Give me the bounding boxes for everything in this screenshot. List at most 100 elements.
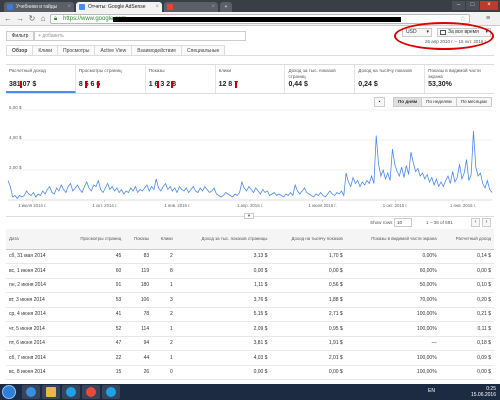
column-header[interactable]: Доход на тысячу показов [270, 229, 346, 250]
table-cell: 1,11 $ [175, 278, 271, 293]
table-cell: 0,11 $ [439, 321, 494, 337]
column-header[interactable]: Расчетный доход [439, 229, 494, 250]
show-rows-value: 10 [397, 220, 403, 225]
reload-icon[interactable]: ↻ [27, 14, 37, 24]
table-cell: пн, 2 июня 2014 [6, 278, 63, 293]
metric-label: Клики [218, 68, 232, 73]
table-cell: 0,00 $ [439, 263, 494, 279]
series-line [7, 130, 493, 200]
close-icon[interactable]: × [211, 2, 215, 12]
start-button[interactable] [2, 385, 16, 399]
close-icon[interactable]: × [155, 2, 159, 12]
table-cell: 3,76 $ [175, 292, 271, 308]
next-page-icon[interactable]: › [482, 218, 491, 227]
metric-clicks[interactable]: Клики 12 8 7 [216, 65, 286, 93]
red-pen-mark [156, 81, 159, 88]
table-cell: 0,10 $ [439, 278, 494, 293]
column-header[interactable]: Показы в видимой части экрана [345, 229, 440, 250]
metric-cards: Расчетный доход 381,07 $ Просмотры стран… [6, 64, 494, 94]
show-rows-select[interactable]: 10 [394, 218, 412, 227]
filter-button[interactable]: Фильтр [6, 31, 34, 41]
minimize-icon[interactable]: – [452, 1, 465, 10]
table-cell: 44 [124, 350, 153, 366]
table-row: чт, 5 июня 2014 52 114 1 2,09 $0,95 $100,00%… [6, 321, 494, 337]
x-tick-label: 1 июля 2015 г. [309, 203, 337, 208]
clock[interactable]: 0:25 15.06.2016 [471, 386, 496, 398]
metric-impressions[interactable]: Показы 1 6 3 2 8 [146, 65, 216, 93]
bookmark-star-icon[interactable]: ☆ [460, 15, 466, 23]
table-cell: 26 [124, 365, 153, 380]
prev-page-icon[interactable]: ‹ [471, 218, 480, 227]
table-row: ср, 4 июня 2014 41 78 2 5,15 $2,71 $100,00% 0… [6, 307, 494, 322]
table-cell: 119 [124, 263, 153, 279]
table-cell: 83 [124, 249, 153, 264]
red-pen-mark [96, 81, 99, 88]
metric-page-views[interactable]: Просмотры страниц 8 6 6 6 [76, 65, 146, 93]
metric-value: 381,07 $ [9, 81, 37, 88]
earnings-chart: 6,00 $ 4,00 $ 2,00 $ 1 июля 2014 г. 1 окт. 2… [7, 106, 493, 208]
table-cell: вс, 1 июня 2014 [6, 263, 63, 279]
maximize-icon[interactable]: □ [466, 1, 479, 10]
close-icon[interactable]: × [67, 2, 71, 12]
browser-tab-label: Отчеты: Google AdSense [88, 4, 146, 10]
metric-viewability[interactable]: Показы в видимой части экрана 53,30% [425, 65, 494, 93]
table-cell: 53 [62, 292, 125, 308]
table-row: пт, 6 июня 2014 47 94 2 3,81 $1,91 $ —0,18 $ [6, 336, 494, 351]
new-tab-button[interactable]: + [220, 2, 232, 12]
home-icon[interactable]: ⌂ [38, 14, 48, 24]
page-info: 1 – 36 of 591 [426, 220, 453, 225]
column-header[interactable]: Просмотры страниц [62, 229, 125, 250]
table-cell: 100,00% [345, 307, 440, 322]
x-tick-label: 1 окт. 2014 г. [92, 203, 117, 208]
column-header[interactable]: Показы [124, 229, 153, 250]
column-header[interactable]: Клики [152, 229, 176, 250]
metric-value: 12 8 7 [218, 81, 239, 88]
table-cell: 52 [62, 321, 125, 337]
ie-taskbar-icon[interactable] [22, 385, 40, 399]
metric-page-rpm[interactable]: Доход за тыс. показов страниц 0,44 $ [285, 65, 356, 93]
x-tick-label: 1 апр. 2015 г. [237, 203, 263, 208]
table-cell: 0,00 $ [270, 365, 346, 380]
forward-icon[interactable]: → [15, 14, 25, 24]
table-cell: 47 [62, 336, 125, 351]
lock-icon: 🔒︎ [54, 16, 58, 22]
browser-tab-other[interactable]: × [164, 2, 218, 12]
table-cell: 1 [152, 278, 176, 293]
table-cell: сб, 7 июня 2014 [6, 350, 63, 366]
red-pen-mark [234, 81, 237, 88]
table-cell: 3,13 $ [175, 249, 271, 264]
table-controls: ▼ Show rows 10 1 – 36 of 591 ‹ › [6, 213, 494, 228]
table-cell: 1,70 $ [270, 249, 346, 264]
table-cell: 2,09 $ [175, 321, 271, 337]
table-cell: ср, 4 июня 2014 [6, 307, 63, 322]
metric-impression-rpm[interactable]: Доход на тысячу показов 0,24 $ [355, 65, 426, 93]
metric-label: Просмотры страниц [78, 68, 122, 73]
back-icon[interactable]: ← [3, 14, 13, 24]
report-table: Дата Просмотры страниц Показы Клики Доход за… [6, 229, 494, 395]
table-row: вт, 3 июня 2014 53 106 3 3,76 $1,88 $70,00% 0… [6, 292, 494, 308]
metric-estimated-earnings[interactable]: Расчетный доход 381,07 $ [6, 65, 76, 93]
window-controls: – □ × [452, 1, 498, 10]
table-cell: 60,00% [345, 263, 440, 279]
table-cell: 78 [124, 307, 153, 322]
language-indicator[interactable]: EN [428, 388, 435, 394]
browser-tab-adsense[interactable]: Отчеты: Google AdSense × [76, 2, 162, 12]
column-header[interactable]: Доход за тыс. показов страницы [175, 229, 271, 250]
column-header[interactable]: Дата [6, 229, 63, 250]
filter-add-input[interactable]: + добавить [34, 31, 246, 41]
chrome-taskbar-icon[interactable] [82, 385, 100, 399]
taskbar: EN 0:25 15.06.2016 [0, 384, 500, 400]
window-close-icon[interactable]: × [480, 1, 498, 10]
browser-menu-icon[interactable]: ≡ [486, 15, 494, 23]
skype-taskbar-icon[interactable] [62, 385, 80, 399]
skype-taskbar-icon-2[interactable] [102, 385, 120, 399]
red-annotation-circle [394, 22, 494, 50]
table-cell: 100,00% [345, 350, 440, 366]
chevron-down-icon[interactable]: ▼ [244, 213, 254, 219]
table-cell: 0,00 $ [270, 263, 346, 279]
browser-tab-guides[interactable]: Учебники и гайды × [4, 2, 74, 12]
tabs-divider [6, 55, 494, 56]
address-bar[interactable]: 🔒︎ https://www.google.com ☆ [50, 14, 470, 24]
explorer-taskbar-icon[interactable] [42, 385, 60, 399]
table-row: вс, 8 июня 2014 15 26 0 0,00 $0,00 $100,00% 0… [6, 365, 494, 380]
